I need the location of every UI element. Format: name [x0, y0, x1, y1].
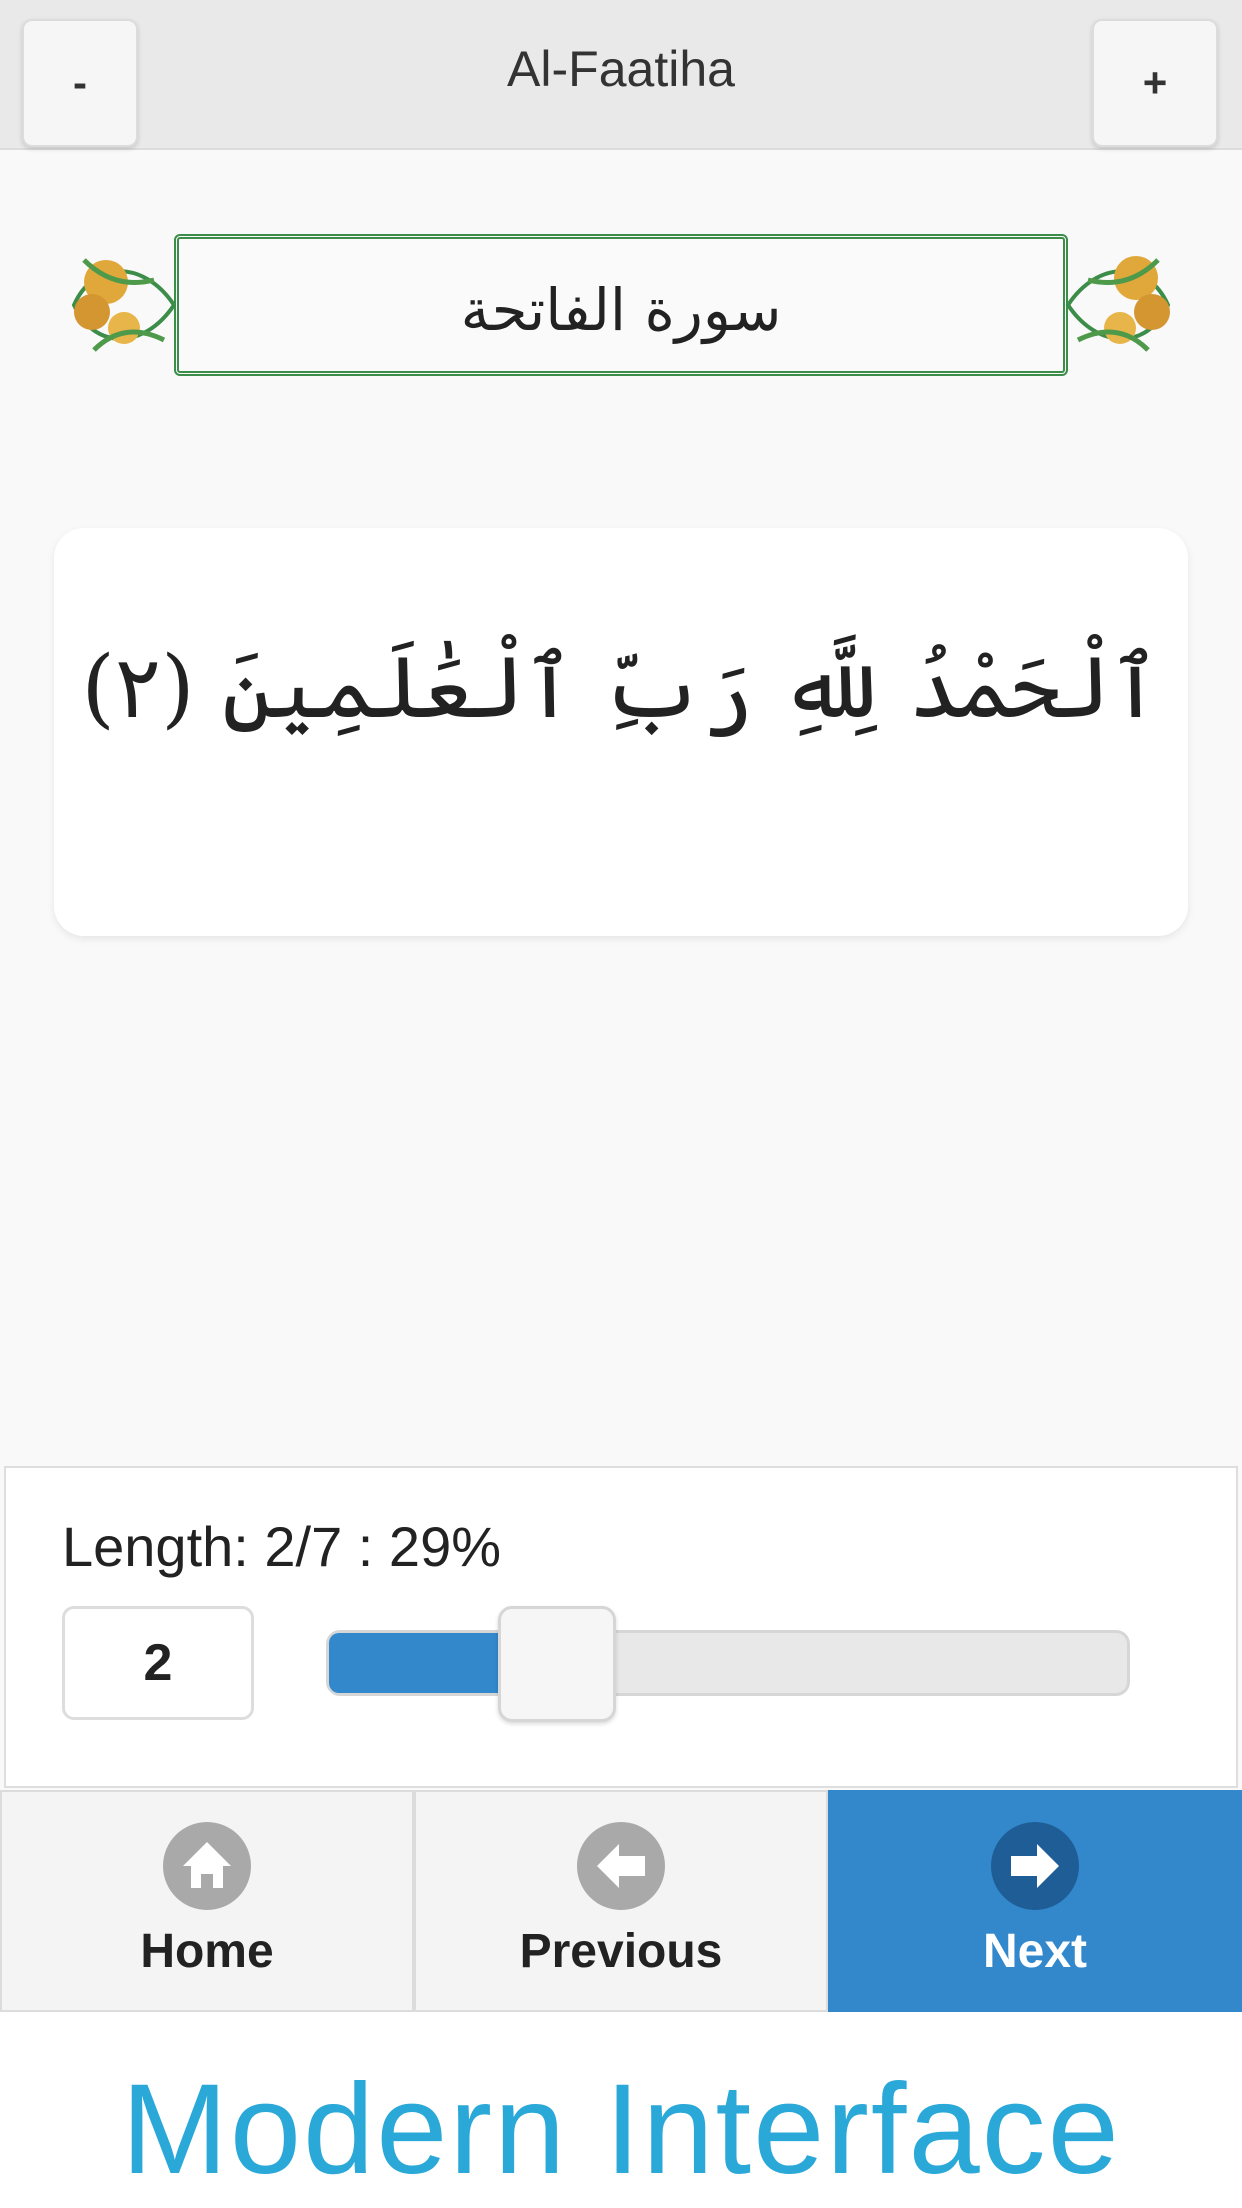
bottom-navbar: Home Previous Next: [0, 1790, 1242, 2012]
verse-number-input[interactable]: 2: [62, 1606, 254, 1720]
surah-banner: سورة الفاتحة: [54, 220, 1188, 390]
promo-caption: Modern Interface: [121, 2058, 1121, 2201]
app-header: - Al-Faatiha +: [0, 0, 1242, 150]
previous-label: Previous: [519, 1925, 723, 1978]
increase-font-button[interactable]: +: [1092, 19, 1218, 147]
verse-card: ٱلْحَمْدُ لِلَّهِ رَبِّ ٱلْعَٰلَمِينَ (٢…: [54, 528, 1188, 936]
length-label: Length: 2/7 : 29%: [62, 1515, 502, 1578]
verse-text: ٱلْحَمْدُ لِلَّهِ رَبِّ ٱلْعَٰلَمِينَ (٢…: [81, 638, 1161, 738]
home-label: Home: [140, 1925, 274, 1978]
arrow-right-icon: [991, 1822, 1079, 1910]
home-button[interactable]: Home: [0, 1790, 414, 2012]
verse-slider-handle[interactable]: [498, 1606, 616, 1722]
surah-title: سورة الفاتحة: [460, 276, 782, 344]
previous-button[interactable]: Previous: [414, 1790, 828, 2012]
next-button[interactable]: Next: [828, 1790, 1242, 2012]
progress-panel: Length: 2/7 : 29% 2: [4, 1466, 1238, 1788]
promo-banner: Modern Interface: [0, 2012, 1242, 2208]
next-label: Next: [982, 1925, 1088, 1978]
page-title: Al-Faatiha: [507, 41, 735, 97]
floral-ornament-right-icon: [1065, 256, 1171, 352]
decrease-font-button[interactable]: -: [22, 19, 138, 147]
home-icon: [163, 1822, 251, 1910]
verse-slider-track[interactable]: [326, 1630, 1130, 1696]
arrow-left-icon: [577, 1822, 665, 1910]
